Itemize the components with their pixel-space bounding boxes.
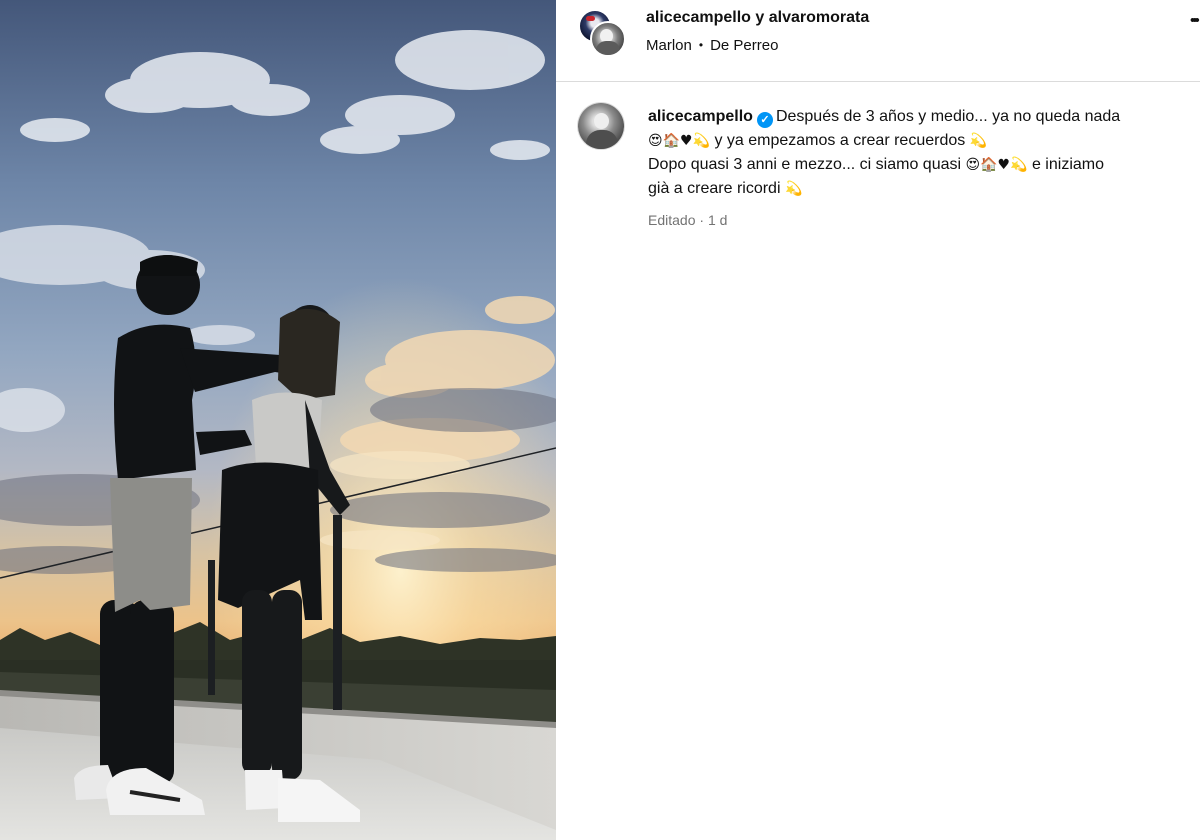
post-time-link[interactable]: 1 d xyxy=(708,212,727,228)
caption-text-line4: già a creare ricordi xyxy=(648,180,785,197)
verified-badge-icon: ✓ xyxy=(756,112,773,128)
caption-author-avatar[interactable] xyxy=(578,103,624,149)
emoji: 💫 xyxy=(784,181,803,197)
edited-label: Editado xyxy=(648,212,696,228)
caption-meta: Editado · 1 d xyxy=(648,212,727,228)
emoji-group: 😍🏠♥💫 xyxy=(648,133,711,149)
collab-avatars[interactable] xyxy=(578,9,626,57)
more-options-icon[interactable]: ••• xyxy=(1190,12,1200,29)
sunset-couple-image xyxy=(0,0,556,840)
emoji-group: 😍🏠♥💫 xyxy=(965,157,1028,173)
caption-text-line1: Después de 3 años y medio... ya no queda… xyxy=(775,108,1121,125)
audio-artist-link[interactable]: Marlon xyxy=(646,37,692,54)
caption-text-line3: Dopo quasi 3 anni e mezzo... ci siamo qu… xyxy=(648,156,966,173)
separator-dot: • xyxy=(698,38,704,52)
caption-text-line2: y ya empezamos a crear recuerdos xyxy=(710,132,970,149)
audio-info: Marlon • De Perreo xyxy=(646,37,778,54)
caption-text-line3b: e iniziamo xyxy=(1027,156,1104,173)
post-header: alicecampello y alvaromorata Marlon • De P… xyxy=(556,0,1200,82)
caption-username[interactable]: alicecampello xyxy=(648,108,753,125)
emoji: 💫 xyxy=(969,133,988,149)
post-details-panel: alicecampello y alvaromorata Marlon • De P… xyxy=(556,0,1200,840)
post-photo[interactable] xyxy=(0,0,556,840)
post-caption: alicecampello ✓ Después de 3 años y medio.… xyxy=(648,105,1200,201)
post-owners[interactable]: alicecampello y alvaromorata xyxy=(646,9,869,27)
meta-separator: · xyxy=(699,212,705,228)
avatar[interactable] xyxy=(590,21,626,57)
audio-track-link[interactable]: De Perreo xyxy=(710,37,778,54)
